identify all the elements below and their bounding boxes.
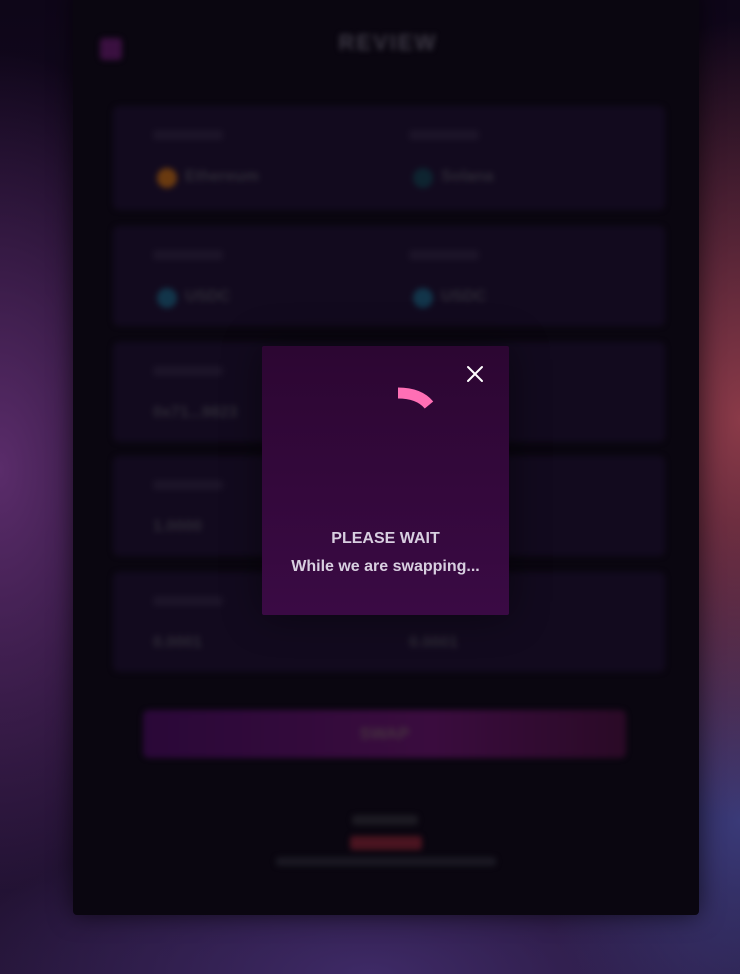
field-label — [153, 596, 223, 606]
footer-logo — [350, 836, 422, 850]
from-token: USDC — [153, 226, 383, 326]
close-icon[interactable] — [463, 362, 487, 386]
loading-spinner-icon — [381, 381, 451, 431]
modal-message: While we are swapping... — [291, 558, 480, 575]
review-card-tokens: USDC USDC — [113, 226, 665, 326]
review-card-from-to-chain: Ethereum Solana — [113, 106, 665, 210]
to-chain: Solana — [409, 106, 639, 210]
amount-value: 1.0000 — [153, 518, 202, 535]
field-label — [409, 250, 479, 260]
to-chain-value: Solana — [441, 168, 494, 185]
field-label — [153, 130, 223, 140]
field-label — [409, 130, 479, 140]
page-title: REVIEW — [338, 30, 438, 55]
fee-left-value: 0.0001 — [153, 634, 202, 651]
swap-button[interactable]: SWAP — [143, 710, 626, 758]
usdc-token-icon — [413, 288, 433, 308]
from-chain-value: Ethereum — [185, 168, 259, 185]
field-label — [153, 250, 223, 260]
to-token: USDC — [409, 226, 639, 326]
fee-right-value: 0.0001 — [409, 634, 458, 651]
footer-line — [352, 815, 418, 825]
please-wait-modal: PLEASE WAIT While we are swapping... — [262, 346, 509, 615]
ethereum-token-icon — [157, 168, 177, 188]
solana-token-icon — [413, 168, 433, 188]
recipient-address-value: 0x71...9823 — [153, 404, 238, 421]
to-token-value: USDC — [441, 288, 487, 305]
usdc-token-icon — [157, 288, 177, 308]
footer-text — [276, 857, 496, 866]
modal-title: PLEASE WAIT — [331, 530, 440, 547]
from-token-value: USDC — [185, 288, 231, 305]
from-chain: Ethereum — [153, 106, 383, 210]
field-label — [153, 480, 223, 490]
field-label — [153, 366, 223, 376]
